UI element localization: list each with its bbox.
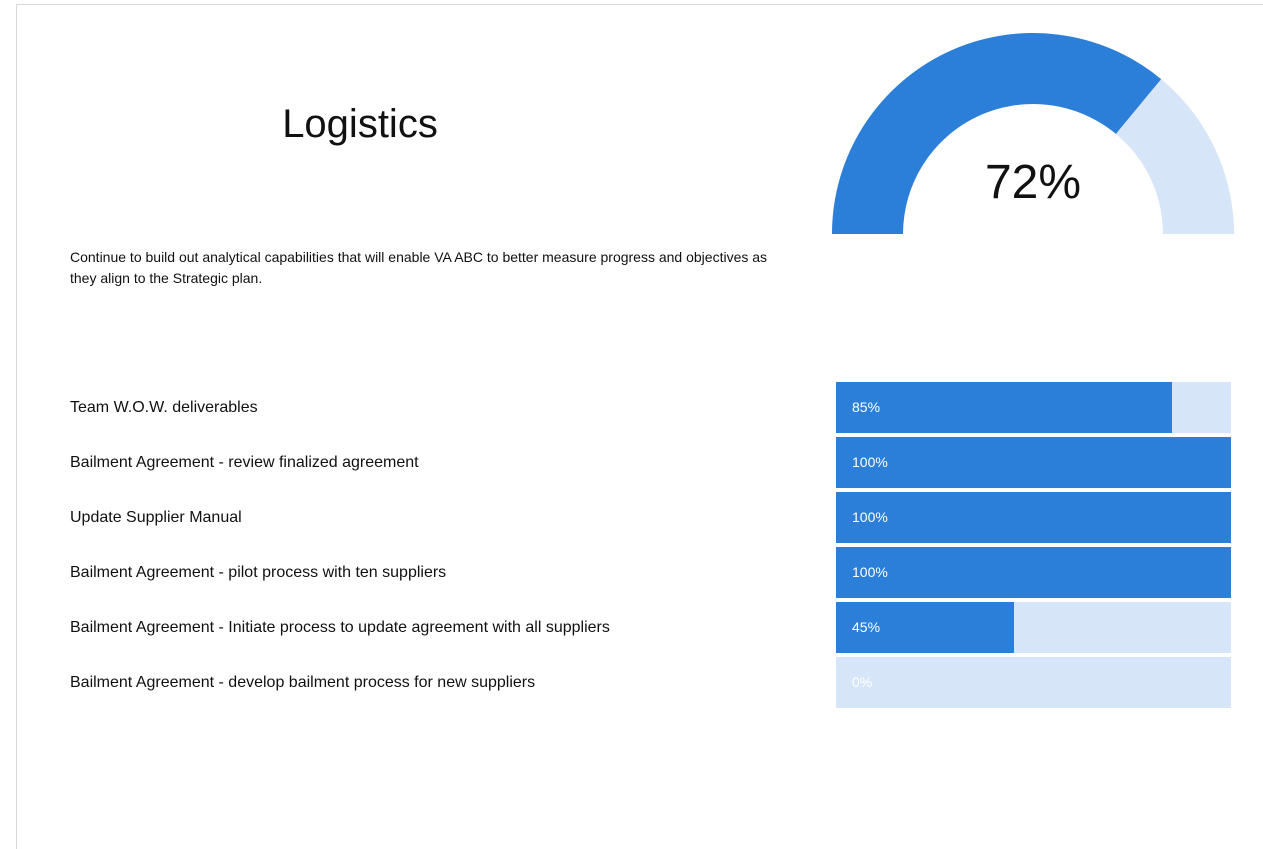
- progress-bar-track: 85%: [836, 382, 1231, 433]
- progress-bar-track: 100%: [836, 492, 1231, 543]
- progress-bar-value-label: 45%: [852, 619, 881, 635]
- progress-bar-track: 100%: [836, 437, 1231, 488]
- task-row: Bailment Agreement - review finalized ag…: [0, 437, 1263, 492]
- task-row: Team W.O.W. deliverables 85%: [0, 382, 1263, 437]
- task-row: Bailment Agreement - develop bailment pr…: [0, 657, 1263, 712]
- progress-bar-value-label: 0%: [852, 674, 873, 690]
- task-label: Bailment Agreement - pilot process with …: [70, 564, 447, 581]
- task-label: Bailment Agreement - develop bailment pr…: [70, 674, 536, 691]
- progress-bar-value-label: 100%: [852, 509, 888, 525]
- task-label: Update Supplier Manual: [70, 509, 242, 526]
- page-title: Logistics: [282, 102, 438, 146]
- gauge-value-label: 72%: [984, 156, 1082, 209]
- task-row: Bailment Agreement - Initiate process to…: [0, 602, 1263, 657]
- progress-bar-fill: [836, 382, 1172, 433]
- progress-bar-track: 100%: [836, 547, 1231, 598]
- progress-bar-fill: [836, 492, 1231, 543]
- progress-bar-fill: [836, 437, 1231, 488]
- progress-bar-value-label: 100%: [852, 454, 888, 470]
- progress-bar-fill: [836, 547, 1231, 598]
- progress-bar-track: 45%: [836, 602, 1231, 653]
- task-label: Team W.O.W. deliverables: [70, 399, 258, 416]
- task-label: Bailment Agreement - Initiate process to…: [70, 619, 610, 636]
- task-row: Bailment Agreement - pilot process with …: [0, 547, 1263, 602]
- frame-top-border: [16, 4, 1263, 5]
- progress-bar-track: 0%: [836, 657, 1231, 708]
- task-label: Bailment Agreement - review finalized ag…: [70, 454, 419, 471]
- progress-bar-value-label: 85%: [852, 399, 881, 415]
- task-progress-list: Team W.O.W. deliverables 85% Bailment Agre…: [0, 382, 1263, 712]
- task-row: Update Supplier Manual 100%: [0, 492, 1263, 547]
- progress-bar-value-label: 100%: [852, 564, 888, 580]
- description-text: Continue to build out analytical capabil…: [70, 249, 768, 286]
